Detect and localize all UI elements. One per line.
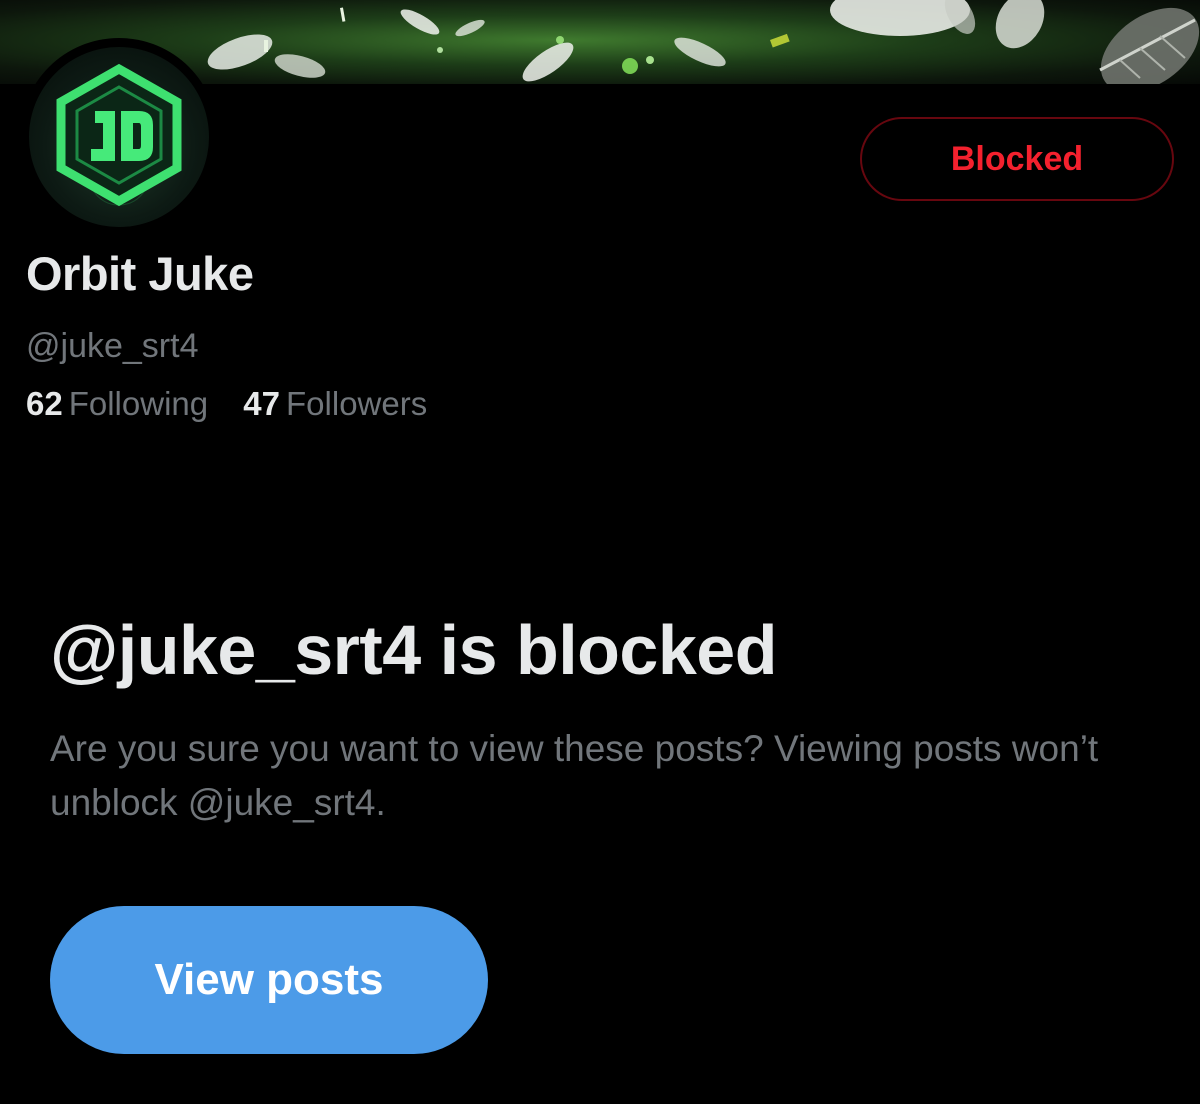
profile-display-name: Orbit Juke <box>26 247 254 300</box>
following-link[interactable]: 62 Following <box>26 385 208 423</box>
blocked-notice-description: Are you sure you want to view these post… <box>50 728 1099 823</box>
followers-count: 47 <box>243 385 281 422</box>
blocked-notice-title: @juke_srt4 is blocked <box>50 611 777 689</box>
following-label: Following <box>68 385 209 422</box>
followers-link[interactable]: 47 Followers <box>243 385 427 423</box>
avatar-image <box>29 47 209 227</box>
view-posts-button[interactable]: View posts <box>50 906 488 1054</box>
followers-label: Followers <box>286 385 428 422</box>
profile-handle: @juke_srt4 <box>26 327 199 365</box>
jd-hexagon-logo-icon <box>56 63 182 207</box>
blocked-button[interactable]: Blocked <box>860 117 1174 201</box>
profile-avatar[interactable] <box>20 38 218 236</box>
profile-stats: 62 Following 47 Followers <box>26 385 453 423</box>
following-count: 62 <box>26 385 63 422</box>
